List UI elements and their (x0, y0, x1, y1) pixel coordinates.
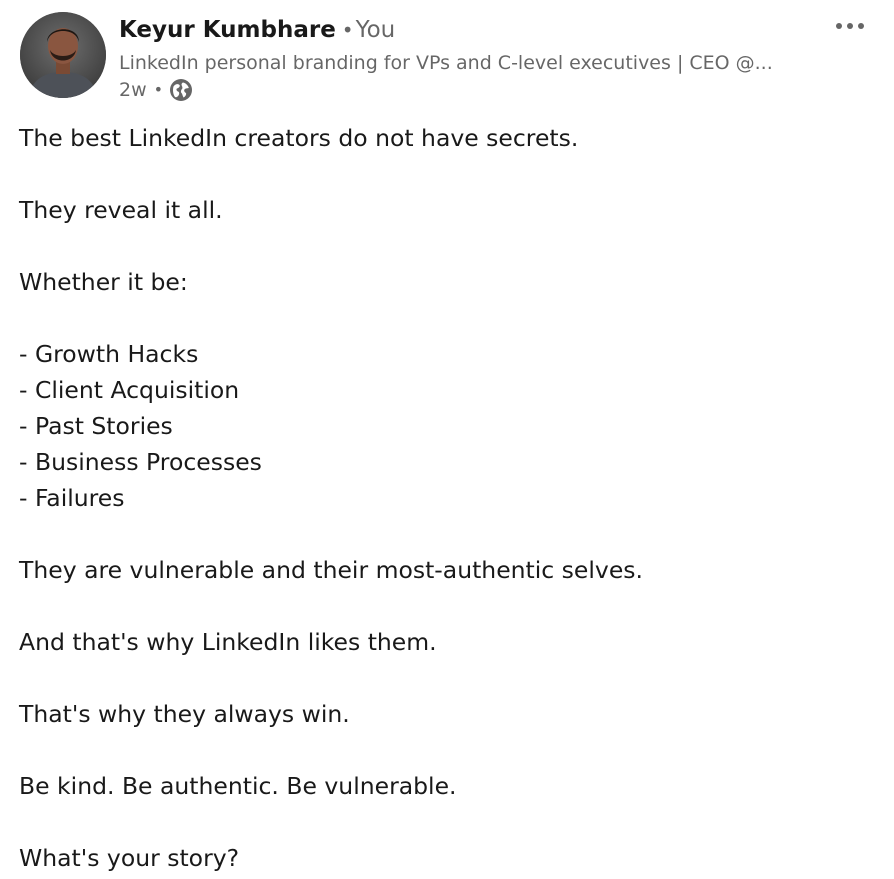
post-line: - Business Processes (19, 448, 262, 476)
post-line (19, 660, 869, 696)
more-options-icon-dot (836, 23, 842, 29)
more-options-button[interactable] (830, 12, 870, 40)
post-line: What's your story? (19, 844, 240, 872)
post-line: - Client Acquisition (19, 376, 240, 404)
author-line: Keyur Kumbhare •You (119, 14, 809, 46)
author-name[interactable]: Keyur Kumbhare (119, 17, 336, 43)
post-line: And that's why LinkedIn likes them. (19, 628, 437, 656)
post-line: They reveal it all. (19, 196, 223, 224)
post-line: Be kind. Be authentic. Be vulnerable. (19, 772, 457, 800)
relation-label: You (355, 17, 396, 43)
post-line (19, 804, 869, 840)
post-meta: 2w • (119, 76, 809, 104)
post-timestamp[interactable]: 2w (119, 76, 147, 104)
post-line: That's why they always win. (19, 700, 350, 728)
author-headline: LinkedIn personal branding for VPs and C… (119, 52, 773, 74)
post-line: They are vulnerable and their most-authe… (19, 556, 643, 584)
post-line (19, 732, 869, 768)
post-line: - Past Stories (19, 412, 173, 440)
post-line (19, 228, 869, 264)
globe-icon (169, 78, 193, 102)
separator-dot: • (341, 18, 354, 42)
more-options-icon-dot (847, 23, 853, 29)
post-card: Keyur Kumbhare •You LinkedIn personal bra… (0, 0, 894, 879)
post-line: The best LinkedIn creators do not have s… (19, 124, 579, 152)
post-line: Whether it be: (19, 268, 188, 296)
post-line (19, 156, 869, 192)
avatar-photo (20, 12, 106, 98)
post-body: The best LinkedIn creators do not have s… (19, 120, 869, 876)
post-line (19, 516, 869, 552)
author-avatar[interactable] (20, 12, 106, 98)
separator-dot: • (153, 80, 164, 99)
post-line (19, 588, 869, 624)
post-line (19, 300, 869, 336)
more-options-icon-dot (858, 23, 864, 29)
post-line: - Failures (19, 484, 125, 512)
post-header: Keyur Kumbhare •You LinkedIn personal bra… (119, 14, 809, 104)
post-line: - Growth Hacks (19, 340, 199, 368)
